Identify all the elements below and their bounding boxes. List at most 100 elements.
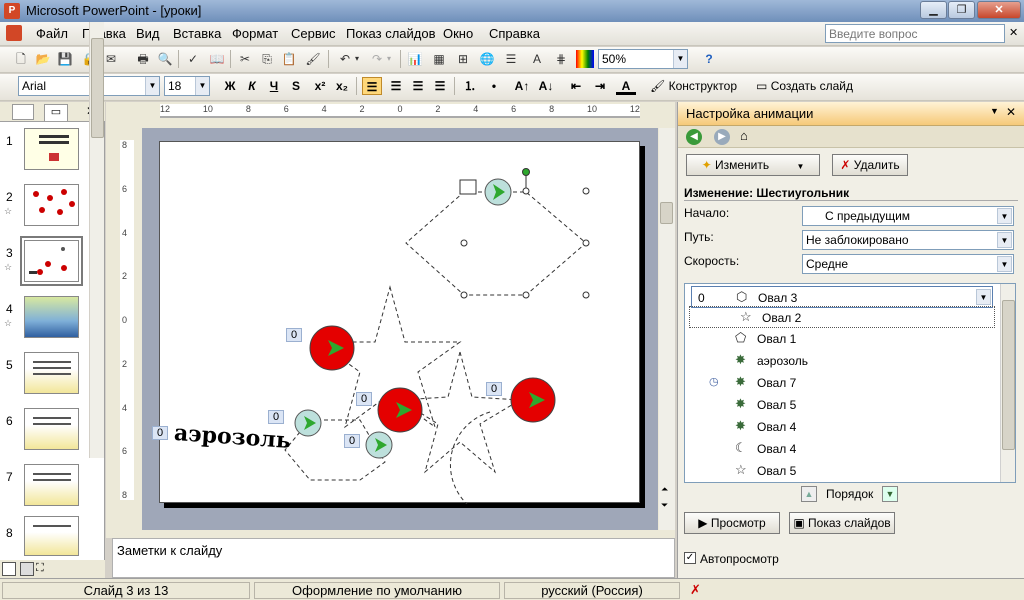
slide-thumbnail-4[interactable] — [24, 296, 79, 338]
scroll-thumb[interactable] — [660, 202, 673, 224]
paste-icon[interactable]: 📋 — [280, 50, 298, 68]
effect-row[interactable]: ☆ Овал 2 — [689, 306, 995, 328]
effect-row[interactable]: ✸ аэрозоль — [685, 350, 997, 372]
maximize-button[interactable]: ❐ — [948, 1, 975, 19]
slide-thumbnail-5[interactable] — [24, 352, 79, 394]
scroll-thumb[interactable] — [1002, 300, 1015, 450]
slideshow-view-icon[interactable]: ⛶ — [36, 562, 50, 576]
prev-slide-icon[interactable]: ⏶ — [661, 484, 668, 495]
decrease-font-icon[interactable]: A↓ — [536, 77, 556, 95]
align-left-icon[interactable]: ☰ — [362, 77, 382, 95]
path-select[interactable]: Не заблокировано ▼ — [802, 230, 1014, 250]
move-up-icon[interactable]: ▲ — [801, 486, 817, 502]
open-icon[interactable]: 📂 — [34, 50, 52, 68]
color-grayscale-icon[interactable] — [576, 50, 594, 68]
tables-borders-icon[interactable]: ⊞ — [454, 50, 472, 68]
increase-indent-icon[interactable]: ⇥ — [590, 77, 610, 95]
autopreview-checkbox[interactable]: ✓ — [684, 552, 696, 564]
table-icon[interactable]: ▦ — [430, 50, 448, 68]
effect-row[interactable]: ✸ Овал 4 — [685, 416, 997, 438]
italic-icon[interactable]: К — [242, 77, 262, 95]
format-painter-icon[interactable]: 🖌 — [304, 50, 322, 68]
menu-format[interactable]: Формат — [232, 26, 278, 41]
notes-pane[interactable]: Заметки к слайду — [112, 538, 675, 578]
copy-icon[interactable]: ⎘ — [258, 50, 276, 68]
effect-row[interactable]: ✸ Овал 5 — [685, 394, 997, 416]
slide-thumbnail-1[interactable] — [24, 128, 79, 170]
slide-scrollbar[interactable]: ⏶ ⏷ — [659, 128, 675, 530]
menu-insert[interactable]: Вставка — [173, 26, 221, 41]
change-button[interactable]: ✦ Изменить ▼ — [686, 154, 820, 176]
next-slide-icon[interactable]: ⏷ — [661, 500, 668, 511]
close-button[interactable]: ✕ — [977, 1, 1021, 19]
increase-font-icon[interactable]: A↑ — [512, 77, 532, 95]
menu-help[interactable]: Справка — [489, 26, 540, 41]
subscript-icon[interactable]: x₂ — [332, 77, 352, 95]
minimize-button[interactable]: ▁ — [920, 1, 947, 19]
move-down-icon[interactable]: ▼ — [882, 486, 898, 502]
menu-tools[interactable]: Сервис — [291, 26, 336, 41]
chevron-down-icon[interactable]: ▼ — [997, 208, 1012, 224]
start-select[interactable]: С предыдущим ▼ — [802, 206, 1014, 226]
decrease-indent-icon[interactable]: ⇤ — [566, 77, 586, 95]
font-size-combo[interactable]: 18 ▼ — [164, 76, 210, 96]
new-slide-button[interactable]: ▭ Создать слайд — [756, 79, 853, 93]
normal-view-icon[interactable] — [2, 562, 16, 576]
numbering-icon[interactable]: ⒈ — [460, 77, 480, 95]
spelling-icon[interactable]: ✓ — [184, 50, 202, 68]
shadow-icon[interactable]: S — [286, 77, 306, 95]
align-center-icon[interactable]: ☰ — [386, 77, 406, 95]
slide-thumbnail-7[interactable] — [24, 464, 79, 506]
effects-scrollbar[interactable] — [1000, 284, 1015, 482]
underline-icon[interactable]: Ч — [264, 77, 284, 95]
slide-thumbnail-2[interactable] — [24, 184, 79, 226]
superscript-icon[interactable]: x² — [310, 77, 330, 95]
document-icon[interactable] — [6, 25, 22, 41]
effect-row[interactable]: ☆ Овал 5 — [685, 460, 997, 482]
chevron-down-icon[interactable]: ▼ — [195, 77, 209, 95]
zoom-combo[interactable]: 50% ▼ — [598, 49, 688, 69]
thumbnails-scrollbar[interactable] — [89, 22, 104, 458]
font-color-icon[interactable]: A — [616, 77, 636, 95]
powerpoint-app-icon[interactable]: P — [4, 3, 20, 19]
chevron-down-icon[interactable]: ▼ — [997, 232, 1012, 248]
effect-row[interactable]: ◷ ✸ Овал 7 — [685, 372, 997, 394]
spelling-status-icon[interactable]: ✗ — [690, 582, 701, 598]
menu-window[interactable]: Окно — [443, 26, 473, 41]
menu-slideshow[interactable]: Показ слайдов — [346, 26, 436, 41]
cut-icon[interactable]: ✂ — [236, 50, 254, 68]
chevron-down-icon[interactable]: ▼ — [976, 289, 991, 305]
print-preview-icon[interactable]: 🔍 — [156, 50, 174, 68]
slide-canvas[interactable]: 0 0 0 0 0 0 аэрозоль — [152, 141, 640, 504]
help-icon[interactable]: ? — [700, 50, 718, 68]
chevron-down-icon[interactable]: ▼ — [145, 77, 159, 95]
outline-tab-icon[interactable] — [12, 104, 34, 120]
expand-all-icon[interactable]: ☰ — [502, 50, 520, 68]
chevron-down-icon[interactable]: ▼ — [673, 50, 687, 68]
speed-select[interactable]: Средне ▼ — [802, 254, 1014, 274]
forward-icon[interactable]: ▶ — [714, 129, 730, 145]
task-pane-menu-icon[interactable]: ▼ — [990, 106, 999, 116]
slide-thumbnail-6[interactable] — [24, 408, 79, 450]
effect-row[interactable]: ☾ Овал 4 — [685, 438, 997, 460]
save-icon[interactable]: 💾 — [56, 50, 74, 68]
slide-thumbnail-3[interactable] — [20, 236, 83, 286]
slide-thumbnail-8[interactable] — [24, 516, 79, 556]
undo-dropdown-icon[interactable]: ▾ — [352, 50, 362, 68]
bullets-icon[interactable]: • — [484, 77, 504, 95]
slide-sorter-icon[interactable] — [20, 562, 34, 576]
hyperlink-icon[interactable]: 🌐 — [478, 50, 496, 68]
scroll-thumb[interactable] — [91, 38, 104, 138]
slides-tab-icon[interactable]: ▭ — [44, 104, 68, 121]
bold-icon[interactable]: Ж — [220, 77, 240, 95]
justify-icon[interactable]: ☰ — [430, 77, 450, 95]
designer-button[interactable]: 🖌 Конструктор — [650, 79, 737, 93]
print-icon[interactable]: 🖶 — [134, 50, 152, 68]
effects-list[interactable]: 0 ⬡ Овал 3 ▼ ☆ Овал 2 ⬠ Овал 1 ✸ аэрозол… — [684, 283, 1016, 483]
menu-view[interactable]: Вид — [136, 26, 160, 41]
show-formatting-icon[interactable]: A — [528, 50, 546, 68]
close-document-icon[interactable]: ✕ — [1009, 26, 1018, 39]
chart-icon[interactable]: 📊 — [406, 50, 424, 68]
effect-row-selected[interactable]: 0 ⬡ Овал 3 ▼ — [691, 286, 993, 308]
effect-row[interactable]: ⬠ Овал 1 — [685, 328, 997, 350]
